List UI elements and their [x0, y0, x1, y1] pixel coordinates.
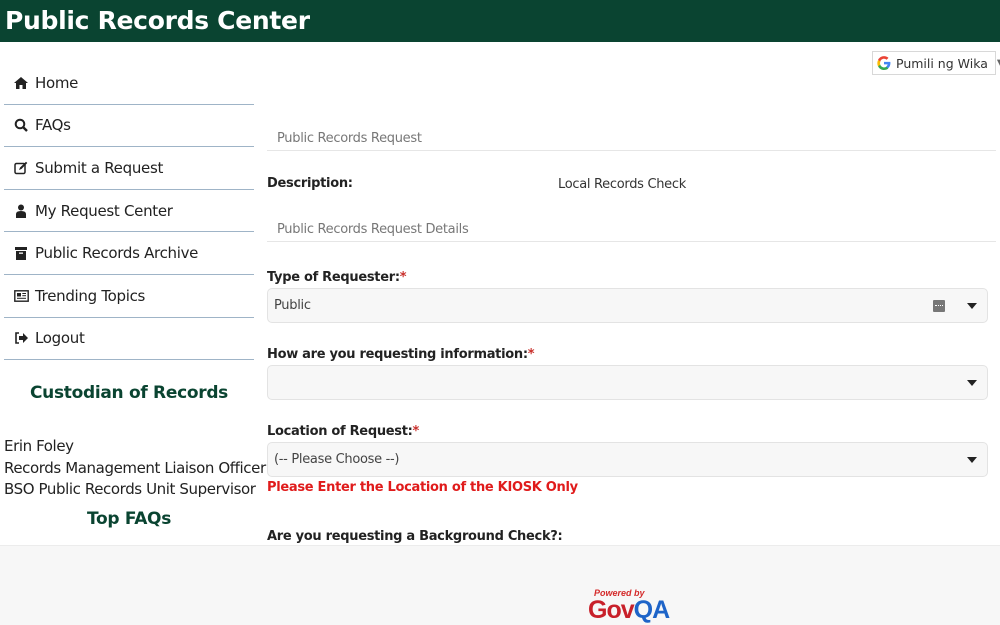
govqa-logo[interactable]: Powered by GovQA [588, 588, 678, 624]
custodian-unit: BSO Public Records Unit Supervisor [4, 480, 256, 498]
sidebar-item-home[interactable]: Home [4, 62, 254, 105]
sidebar-nav: Home FAQs Submit a Request My Request Ce… [4, 62, 254, 361]
location-hint: Please Enter the Location of the KIOSK O… [267, 480, 578, 495]
type-of-requester-label: Type of Requester:* [267, 270, 407, 285]
sidebar-item-label: Trending Topics [35, 286, 146, 305]
sidebar-item-trending-topics[interactable]: Trending Topics [4, 275, 254, 318]
custodian-role: Records Management Liaison Officer [4, 458, 266, 477]
description-value: Local Records Check [558, 177, 686, 192]
required-marker: * [399, 270, 407, 285]
govqa-wordmark: GovQA [588, 596, 670, 624]
caret-down-icon [967, 302, 977, 309]
keyboard-icon[interactable] [933, 299, 945, 312]
section-public-records-request: Public Records Request [267, 131, 996, 151]
newspaper-icon [13, 289, 29, 302]
sidebar-item-label: FAQs [35, 116, 71, 135]
caret-down-icon [967, 456, 977, 463]
edit-icon [13, 161, 29, 175]
sidebar-item-submit-request[interactable]: Submit a Request [4, 147, 254, 190]
sidebar-item-public-records-archive[interactable]: Public Records Archive [4, 232, 254, 275]
language-selector[interactable]: Pumili ng Wika ▼ [872, 51, 1000, 75]
page-footer [0, 545, 1000, 625]
sidebar-item-faqs[interactable]: FAQs [4, 105, 254, 148]
user-icon [13, 204, 29, 218]
location-of-request-select[interactable]: (-- Please Choose --) [267, 442, 988, 477]
description-label: Description: [267, 176, 353, 191]
caret-down-icon [967, 379, 977, 386]
sign-out-icon [13, 332, 29, 345]
sidebar-item-label: Submit a Request [35, 158, 164, 177]
type-of-requester-select[interactable]: Public [267, 288, 988, 323]
language-label: Pumili ng Wika [896, 55, 988, 71]
top-faqs-heading: Top FAQs [86, 509, 172, 529]
required-marker: * [527, 347, 535, 362]
archive-icon [13, 246, 29, 260]
location-of-request-label: Location of Request:* [267, 424, 420, 439]
google-g-icon [877, 56, 891, 70]
home-icon [13, 76, 29, 89]
custodian-heading: Custodian of Records [29, 383, 229, 403]
select-value: (-- Please Choose --) [274, 452, 400, 467]
sidebar-item-logout[interactable]: Logout [4, 318, 254, 361]
app-title: Public Records Center [5, 6, 310, 35]
sidebar-item-label: My Request Center [35, 201, 173, 220]
select-value: Public [274, 298, 311, 313]
app-header: Public Records Center [0, 0, 1000, 42]
sidebar-item-my-request-center[interactable]: My Request Center [4, 190, 254, 233]
requesting-information-label: How are you requesting information:* [267, 347, 535, 362]
sidebar-item-label: Logout [35, 329, 85, 348]
search-icon [13, 118, 29, 133]
custodian-info: Erin Foley Records Management Liaison Of… [4, 436, 266, 501]
required-marker: * [412, 424, 420, 439]
background-check-label: Are you requesting a Background Check?: [267, 529, 563, 544]
sidebar-item-label: Public Records Archive [35, 244, 199, 263]
custodian-name: Erin Foley [4, 437, 74, 455]
section-request-details: Public Records Request Details [267, 222, 996, 242]
requesting-information-select[interactable] [267, 365, 988, 400]
sidebar-item-label: Home [35, 73, 79, 92]
